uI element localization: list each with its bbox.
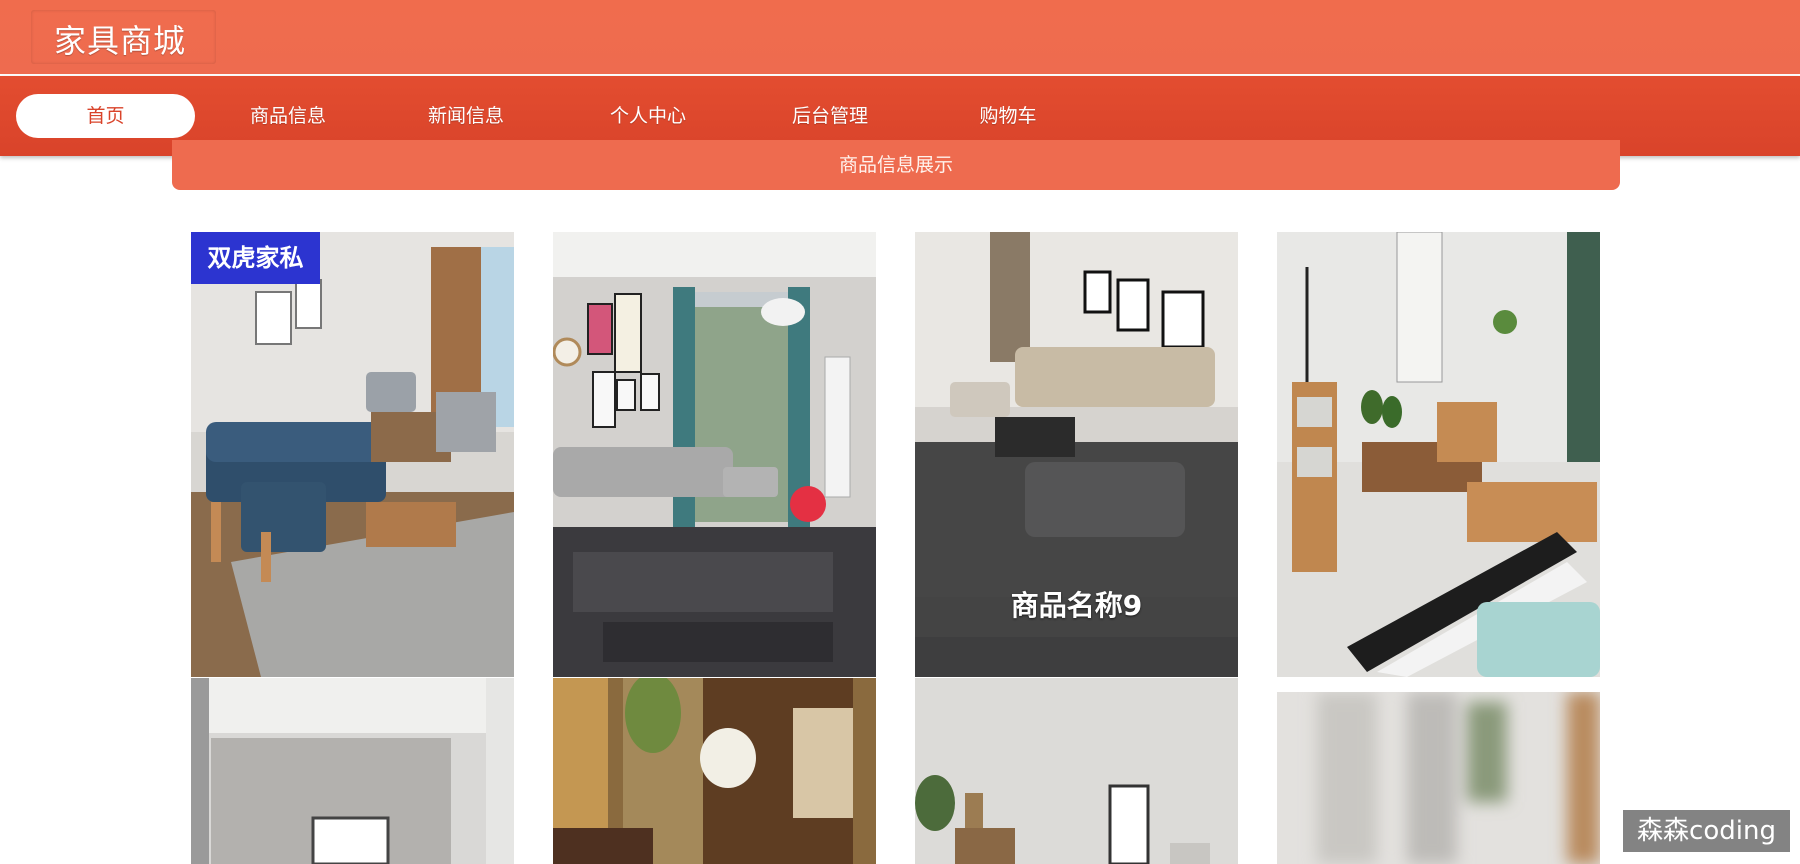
site-header: 家具商城: [0, 0, 1800, 74]
product-card[interactable]: [1277, 232, 1600, 677]
nav-item-admin[interactable]: 后台管理: [754, 94, 906, 138]
brand-badge: 双虎家私: [191, 232, 320, 284]
product-image: [1277, 692, 1600, 864]
product-card[interactable]: 双虎家私: [191, 232, 514, 677]
product-image: [553, 232, 876, 677]
product-card[interactable]: [915, 678, 1238, 864]
site-title[interactable]: 家具商城: [54, 16, 186, 62]
nav-item-cart[interactable]: 购物车: [932, 94, 1084, 138]
nav-item-profile[interactable]: 个人中心: [572, 94, 724, 138]
nav-item-news[interactable]: 新闻信息: [390, 94, 542, 138]
product-name: 商品名称9: [1010, 589, 1143, 622]
product-image: [1277, 232, 1600, 677]
product-image: [191, 232, 514, 677]
product-image: [191, 678, 514, 864]
section-title: 商品信息展示: [838, 154, 953, 176]
section-header: 商品信息展示: [172, 140, 1620, 190]
product-card[interactable]: [553, 232, 876, 677]
product-card[interactable]: [1277, 692, 1600, 864]
product-image: [915, 678, 1238, 864]
product-card[interactable]: [191, 678, 514, 864]
nav-item-products[interactable]: 商品信息: [212, 94, 364, 138]
product-card[interactable]: 商品名称9: [915, 232, 1238, 677]
product-image: [553, 678, 876, 864]
product-card[interactable]: [553, 678, 876, 864]
nav-item-home[interactable]: 首页: [16, 94, 195, 138]
watermark: 森森coding: [1623, 810, 1790, 852]
